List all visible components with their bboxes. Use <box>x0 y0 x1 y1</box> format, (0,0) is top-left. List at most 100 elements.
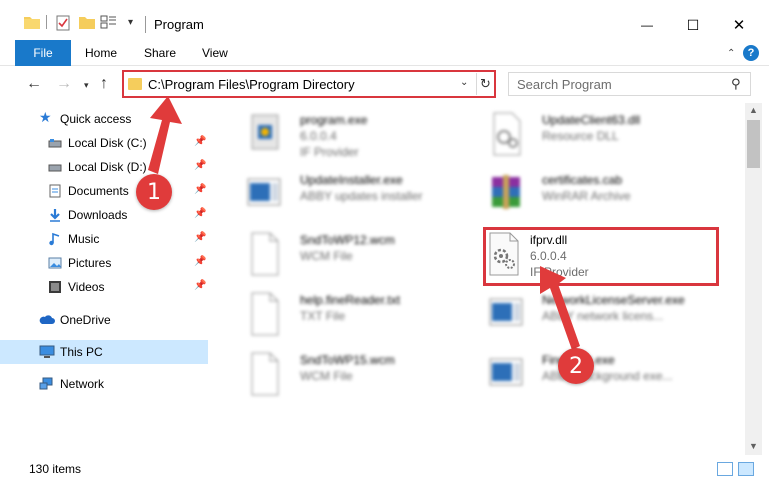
sidebar-item-documents[interactable]: Documents 📌 <box>0 179 208 203</box>
tab-view[interactable]: View <box>202 46 228 60</box>
pin-icon[interactable]: 📌 <box>194 184 206 195</box>
customize-toolbar-icon[interactable]: ▾ <box>128 17 133 28</box>
downloads-icon <box>50 209 60 222</box>
pictures-icon <box>48 257 62 269</box>
vertical-scrollbar[interactable]: ▲ ▼ <box>745 103 762 455</box>
sidebar-item-local-disk-c[interactable]: Local Disk (C:) 📌 <box>0 131 208 155</box>
refresh-icon[interactable]: ↻ <box>476 73 494 95</box>
folder-icon <box>24 17 40 29</box>
file-detail: WinRAR Archive <box>542 189 631 203</box>
documents-icon <box>49 184 61 198</box>
pin-icon[interactable]: 📌 <box>194 160 206 171</box>
minimize-button[interactable]: — <box>624 10 670 40</box>
file-item-sndtowp15[interactable]: SndToWP15.wcm WCM File <box>224 347 464 401</box>
drive-icon <box>48 139 62 148</box>
sidebar-item-quick-access[interactable]: ★ Quick access <box>0 107 208 131</box>
sidebar-item-label: Pictures <box>68 256 112 270</box>
tab-share[interactable]: Share <box>144 46 176 60</box>
sidebar-item-label: Music <box>68 232 100 246</box>
close-button[interactable]: ✕ <box>716 10 762 40</box>
address-dropdown-icon[interactable]: ⌄ <box>460 77 468 88</box>
file-item-program-exe[interactable]: program.exe 6.0.0.4 IF Provider <box>224 107 464 161</box>
window-title: Program <box>154 17 204 32</box>
new-folder-icon[interactable] <box>79 15 95 29</box>
network-icon <box>39 377 53 390</box>
archive-icon <box>492 175 520 209</box>
file-detail: ABBY network licens... <box>542 309 664 323</box>
file-icon <box>251 232 279 276</box>
view-options-icon[interactable] <box>100 15 118 29</box>
toolbar-divider <box>46 15 47 29</box>
back-icon[interactable]: ← <box>26 75 42 93</box>
file-detail: TXT File <box>300 309 346 323</box>
installer-icon <box>489 358 523 386</box>
highlight-box <box>483 227 719 286</box>
close-icon: ✕ <box>732 17 746 34</box>
maximize-button[interactable]: ☐ <box>670 10 716 40</box>
file-name: UpdateInstaller.exe <box>300 173 403 187</box>
sidebar-item-label: Quick access <box>60 112 132 126</box>
onedrive-icon <box>39 315 55 324</box>
file-detail: WCM File <box>300 249 353 263</box>
help-icon[interactable]: ? <box>743 45 759 61</box>
sidebar-item-videos[interactable]: Videos 📌 <box>0 275 208 299</box>
scroll-up-icon[interactable]: ▲ <box>749 105 758 115</box>
installer-icon <box>247 178 281 206</box>
pin-icon[interactable]: 📌 <box>194 232 206 243</box>
pin-icon[interactable]: 📌 <box>194 208 206 219</box>
file-item-help-finereader[interactable]: help.fineReader.txt TXT File <box>224 287 464 341</box>
address-path: C:\Program Files\Program Directory <box>148 77 355 92</box>
sidebar-item-network[interactable]: Network <box>0 372 208 396</box>
file-icon <box>251 352 279 396</box>
tab-file[interactable]: File <box>15 40 71 66</box>
sidebar-item-this-pc[interactable]: This PC <box>0 340 208 364</box>
exe-icon <box>251 114 279 150</box>
file-item-certificates-cab[interactable]: certificates.cab WinRAR Archive <box>466 167 706 221</box>
minimize-icon: — <box>641 18 653 32</box>
pin-icon[interactable]: 📌 <box>194 256 206 267</box>
tab-home[interactable]: Home <box>85 46 117 60</box>
up-icon[interactable]: ↑ <box>100 75 108 93</box>
address-bar[interactable]: C:\Program Files\Program Directory ⌄ ↻ <box>122 70 496 98</box>
file-item-updateinstaller[interactable]: UpdateInstaller.exe ABBY updates install… <box>224 167 464 221</box>
file-name: program.exe <box>300 113 368 127</box>
scroll-thumb[interactable] <box>747 120 760 168</box>
sidebar-item-label: Local Disk (C:) <box>68 136 147 150</box>
sidebar-item-label: Videos <box>68 280 105 294</box>
sidebar-item-label: Network <box>60 377 105 391</box>
file-detail: ABBY updates installer <box>300 189 423 203</box>
callout-1: 1 <box>136 174 172 210</box>
drive-icon <box>48 164 62 172</box>
sidebar-item-pictures[interactable]: Pictures 📌 <box>0 251 208 275</box>
scroll-down-icon[interactable]: ▼ <box>749 441 758 451</box>
recent-locations-icon[interactable]: ▾ <box>84 80 89 91</box>
sidebar-item-onedrive[interactable]: OneDrive <box>0 308 208 332</box>
file-item-sndtowp12[interactable]: SndToWP12.wcm WCM File <box>224 227 464 281</box>
pin-icon[interactable]: 📌 <box>194 136 206 147</box>
search-icon: ⚲ <box>731 76 741 91</box>
file-item-updateclient63[interactable]: UpdateClient63.dll Resource DLL <box>466 107 706 161</box>
sidebar-item-music[interactable]: Music 📌 <box>0 227 208 251</box>
sidebar-item-label: Local Disk (D:) <box>68 160 147 174</box>
title-bar: ▾ Program — ☐ ✕ <box>0 0 769 40</box>
large-icons-view-icon[interactable] <box>738 462 754 476</box>
file-detail: WCM File <box>300 369 353 383</box>
sidebar-item-local-disk-d[interactable]: Local Disk (D:) 📌 <box>0 155 208 179</box>
star-icon: ★ <box>39 109 52 125</box>
search-input[interactable]: Search Program ⚲ <box>508 72 751 96</box>
forward-icon[interactable]: → <box>56 75 72 93</box>
file-name: certificates.cab <box>542 173 623 187</box>
file-item-networklicenseserver[interactable]: NetworkLicenseServer.exe ABBY network li… <box>466 287 706 341</box>
expand-ribbon-icon[interactable]: ⌃ <box>727 48 735 59</box>
pin-icon[interactable]: 📌 <box>194 280 206 291</box>
music-icon <box>49 232 60 246</box>
file-detail: Resource DLL <box>542 129 619 143</box>
title-divider <box>145 16 146 33</box>
properties-icon[interactable] <box>56 15 70 31</box>
sidebar-item-downloads[interactable]: Downloads 📌 <box>0 203 208 227</box>
status-bar: 130 items <box>0 457 769 481</box>
videos-icon <box>49 281 61 293</box>
file-icon <box>251 292 279 336</box>
details-view-icon[interactable] <box>717 462 733 476</box>
search-placeholder: Search Program <box>517 77 612 92</box>
